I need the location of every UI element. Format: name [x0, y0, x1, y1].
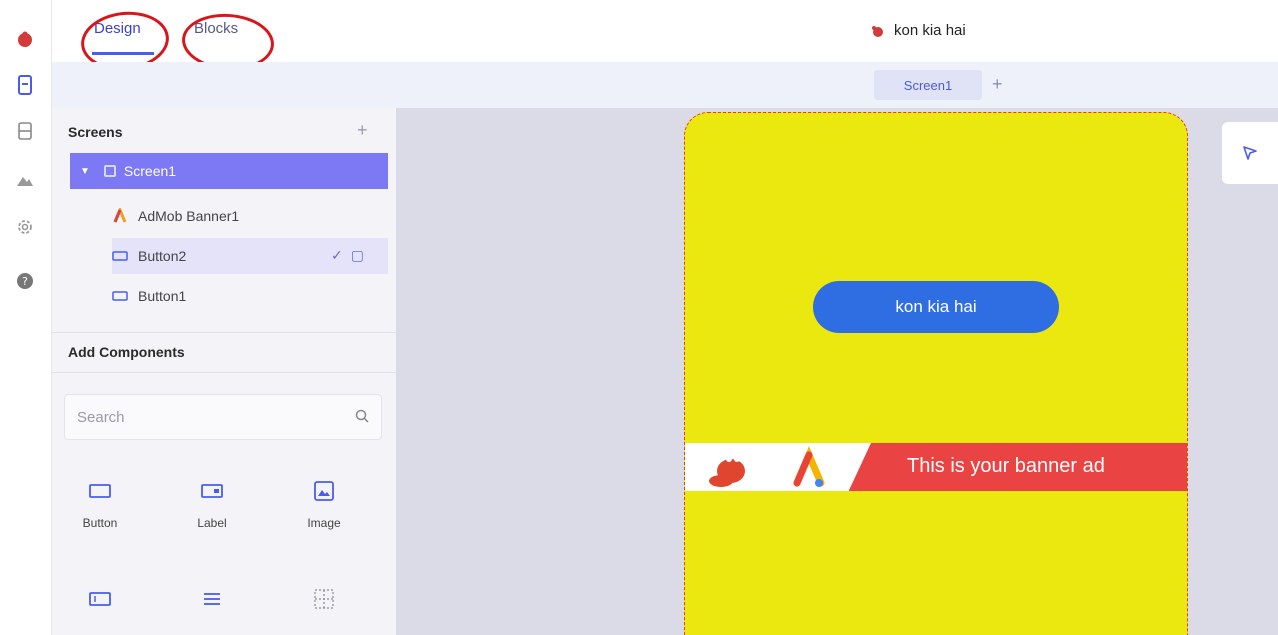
textbox-component-icon [52, 586, 148, 612]
table-component-icon [276, 586, 372, 612]
delete-icon[interactable]: ▢ [351, 247, 372, 263]
component-label: Button [82, 516, 118, 530]
tree-item-label: Button2 [138, 248, 187, 264]
structure-panel: Screens + ▼ Screen1 AdMob Banner1 Button… [52, 108, 396, 635]
preview-button2[interactable]: kon kia hai [813, 281, 1059, 333]
admob-banner-preview[interactable]: This is your banner ad [685, 443, 1187, 491]
screen-icon [103, 165, 116, 177]
component-label-widget[interactable]: Label [164, 478, 260, 548]
settings-icon[interactable] [14, 216, 36, 238]
project-title: kon kia hai [870, 22, 966, 39]
storage-icon[interactable] [14, 120, 36, 142]
pointer-tool-button[interactable] [1222, 122, 1278, 184]
component-table[interactable] [276, 586, 372, 635]
component-search[interactable]: Search [64, 394, 382, 440]
search-icon[interactable] [355, 409, 369, 428]
component-button[interactable]: Button [52, 478, 148, 548]
tree-item-actions: ✓▢ [331, 247, 372, 264]
project-name: kon kia hai [894, 22, 966, 39]
component-image[interactable]: Image [276, 478, 372, 548]
top-bar: Design Blocks kon kia hai [52, 0, 1278, 75]
button-component-icon [52, 478, 148, 504]
left-rail: ? [0, 0, 52, 635]
divider [52, 332, 396, 333]
admob-icon [112, 208, 128, 224]
app-inventor-designer: ? Design Blocks kon kia hai Screen1 + Sc… [0, 0, 1278, 635]
component-label: Label [197, 516, 227, 530]
tree-item-screen1[interactable]: ▼ Screen1 [70, 153, 388, 189]
app-logo-icon[interactable] [14, 28, 36, 50]
tree-item-button1[interactable]: Button1 [112, 278, 388, 314]
phone-preview-screen1[interactable]: kon kia hai This is your banner ad [684, 112, 1188, 635]
divider [52, 372, 396, 373]
assets-icon[interactable] [14, 168, 36, 190]
add-components-heading: Add Components [68, 344, 185, 360]
designer-icon[interactable] [14, 74, 36, 96]
list-component-icon [164, 586, 260, 612]
add-screen-button[interactable]: + [992, 74, 1003, 95]
mascot-icon [709, 456, 745, 487]
screens-heading: Screens [68, 124, 123, 140]
tree-item-button2[interactable]: Button2 ✓▢ [112, 238, 388, 274]
tree-item-admob-banner1[interactable]: AdMob Banner1 [112, 198, 388, 234]
button-icon [112, 291, 128, 301]
add-screen-plus-button[interactable]: + [357, 120, 368, 141]
cursor-icon [1243, 146, 1257, 160]
banner-logo-area [685, 443, 871, 491]
admob-logo-icon [793, 446, 825, 487]
label-component-icon [164, 478, 260, 504]
designer-canvas: kon kia hai This is your banner ad [396, 108, 1278, 635]
tree-item-label: AdMob Banner1 [138, 208, 240, 224]
tree-root-label: Screen1 [123, 163, 177, 179]
svg-text:?: ? [22, 275, 28, 288]
project-logo-icon [872, 25, 883, 37]
screen-tab-bar: Screen1 + [52, 62, 1278, 108]
image-component-icon [276, 478, 372, 504]
component-label: Image [307, 516, 341, 530]
search-input[interactable]: Search [77, 409, 125, 426]
rename-icon[interactable]: ✓ [331, 247, 351, 263]
button-icon [112, 251, 128, 261]
banner-ad-text: This is your banner ad [907, 455, 1105, 477]
tab-screen1[interactable]: Screen1 [874, 70, 982, 100]
component-textbox[interactable] [52, 586, 148, 635]
help-icon[interactable]: ? [14, 270, 36, 292]
collapse-arrow-icon[interactable]: ▼ [80, 166, 90, 177]
tree-item-label: Button1 [138, 288, 187, 304]
component-listview[interactable] [164, 586, 260, 635]
